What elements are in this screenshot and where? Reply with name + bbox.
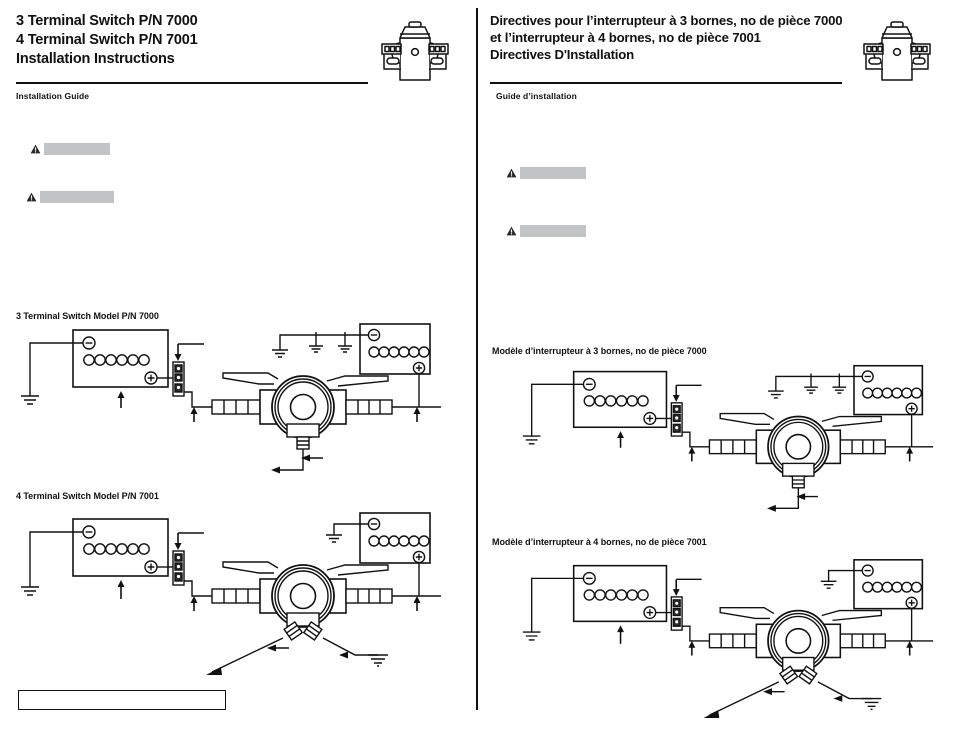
title-line-3: Installation Instructions <box>16 50 175 67</box>
subhead-en: Installation Guide <box>16 91 90 101</box>
wiring-diagram-4-terminal-en <box>16 505 446 677</box>
warning-text-redacted <box>520 225 586 237</box>
warning-block-1-en <box>30 143 110 155</box>
section-caption-3-terminal-en: 3 Terminal Switch Model P/N 7000 <box>16 311 159 321</box>
page-title-en: 3 Terminal Switch P/N 7000 4 Terminal Sw… <box>16 12 198 69</box>
warning-block-1-fr <box>506 167 586 179</box>
panel-english: 3 Terminal Switch P/N 7000 4 Terminal Sw… <box>0 0 476 738</box>
warning-block-2-fr <box>506 225 586 237</box>
panel-french: Directives pour l’interrupteur à 3 borne… <box>476 0 954 738</box>
wiring-diagram-3-terminal-en <box>16 322 446 474</box>
title-line-2: et l’interrupteur à 4 bornes, no de pièc… <box>490 30 761 46</box>
wiring-diagram-3-terminal-fr <box>518 362 938 514</box>
title-line-1: 3 Terminal Switch P/N 7000 <box>16 13 198 29</box>
section-caption-3-terminal-fr: Modèle d’interrupteur à 3 bornes, no de … <box>492 346 707 356</box>
footer-box-en <box>18 690 226 710</box>
section-caption-4-terminal-en: 4 Terminal Switch Model P/N 7001 <box>16 491 159 501</box>
battery-switch-product-icon <box>372 14 458 86</box>
title-line-2: 4 Terminal Switch P/N 7001 <box>16 31 198 48</box>
warning-triangle-icon <box>30 144 41 154</box>
warning-text-redacted <box>40 191 114 203</box>
title-line-1: Directives pour l’interrupteur à 3 borne… <box>490 13 843 28</box>
page-title-fr: Directives pour l’interrupteur à 3 borne… <box>490 12 843 63</box>
warning-triangle-icon <box>26 192 37 202</box>
subhead-fr: Guide d’installation <box>496 91 577 101</box>
battery-switch-product-icon <box>854 14 940 86</box>
title-line-3: Directives D'Installation <box>490 47 634 63</box>
header-rule-fr <box>490 82 842 84</box>
header-rule-en <box>16 82 368 84</box>
warning-text-redacted <box>44 143 110 155</box>
wiring-diagram-4-terminal-fr <box>518 550 938 722</box>
warning-triangle-icon <box>506 168 517 178</box>
warning-triangle-icon <box>506 226 517 236</box>
warning-block-2-en <box>26 191 114 203</box>
document-page: 3 Terminal Switch P/N 7000 4 Terminal Sw… <box>0 0 954 738</box>
warning-text-redacted <box>520 167 586 179</box>
section-caption-4-terminal-fr: Modèle d’interrupteur à 4 bornes, no de … <box>492 537 707 547</box>
